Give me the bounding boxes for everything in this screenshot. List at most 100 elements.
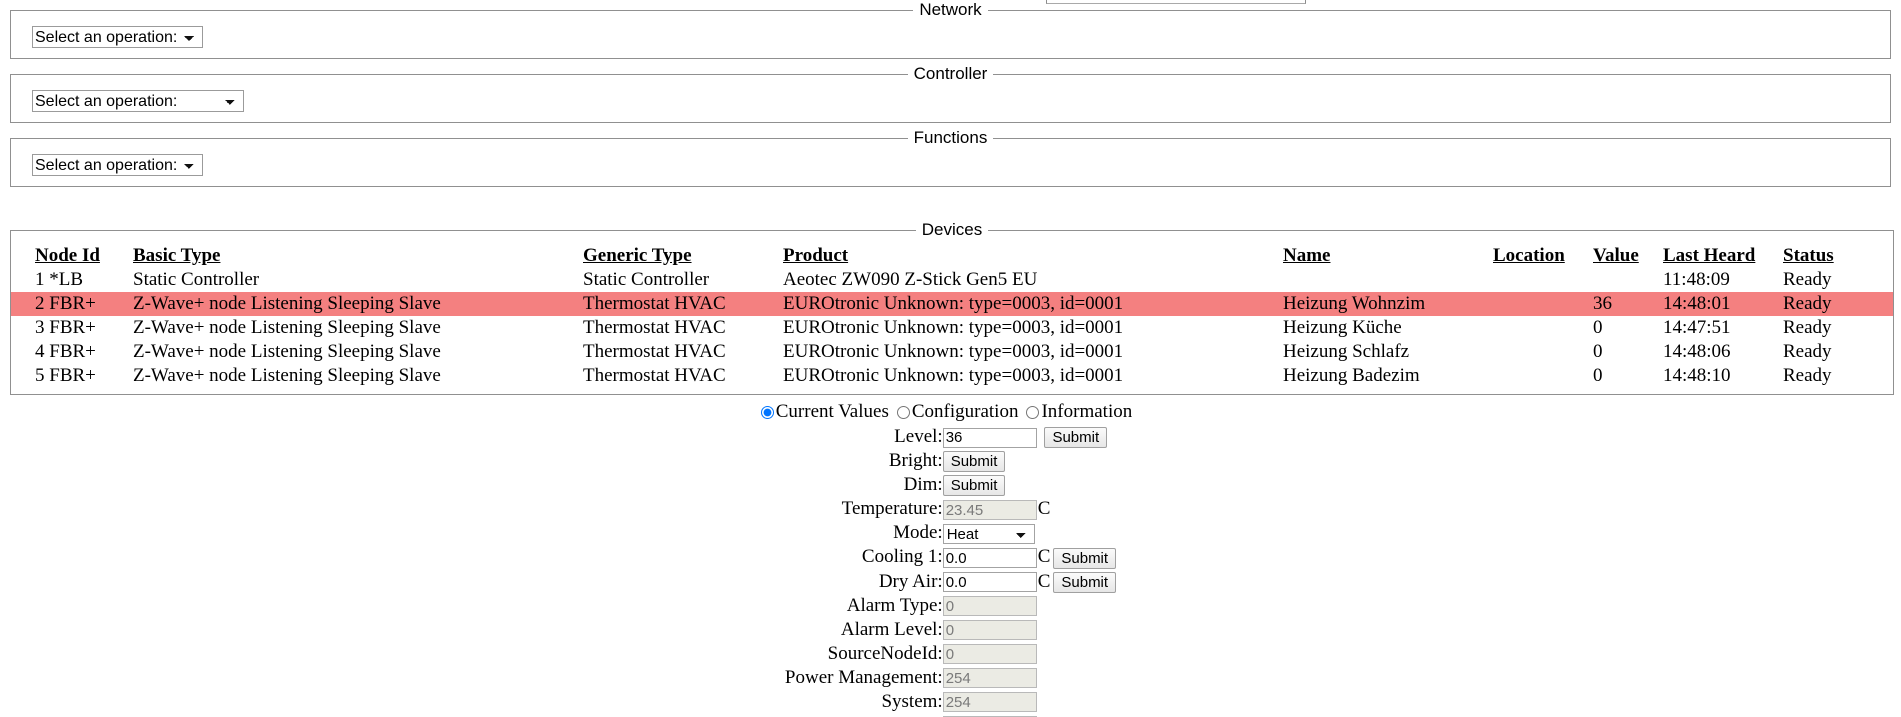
bright-label: Bright: xyxy=(888,450,943,472)
bright-field-cell: Submit xyxy=(942,449,1116,473)
form-row-system: System: xyxy=(785,690,1116,714)
view-mode-option-2[interactable]: Information xyxy=(1026,401,1132,422)
cell-generic-type: Thermostat HVAC xyxy=(583,317,726,338)
form-row-dry-air: Dry Air: CSubmit xyxy=(785,570,1117,594)
cell-basic-type: Z-Wave+ node Listening Sleeping Slave xyxy=(133,341,441,362)
cell-node-id: 5 FBR+ xyxy=(35,365,96,386)
cell-generic-type: Static Controller xyxy=(583,269,710,290)
level-input[interactable] xyxy=(942,427,1037,448)
alarm-level-label: Alarm Level: xyxy=(840,618,943,640)
power-management-input xyxy=(942,668,1037,689)
devices-table-body: 1 *LB Static Controller Static Controller A… xyxy=(11,268,1893,388)
cell-node-id: 2 FBR+ xyxy=(11,292,133,316)
form-row-source-node-id: SourceNodeId: xyxy=(785,642,1116,666)
alarm-type-field-cell xyxy=(942,594,1116,618)
cell-last-heard: 14:48:10 xyxy=(1663,365,1731,386)
cell-location xyxy=(1493,340,1593,364)
cell-generic-type: Thermostat HVAC xyxy=(583,341,726,362)
view-mode-label-0: Current Values xyxy=(775,401,889,422)
source-node-id-field-cell xyxy=(942,642,1116,666)
device-detail-section: Current Values Configuration Information L… xyxy=(0,401,1901,717)
cell-product: EUROtronic Unknown: type=0003, id=0001 xyxy=(783,365,1124,386)
devices-table-head: Node Id Basic Type Generic Type Product … xyxy=(11,244,1893,268)
cell-basic-type: Z-Wave+ node Listening Sleeping Slave xyxy=(133,317,441,338)
system-input xyxy=(942,692,1037,713)
col-node-id[interactable]: Node Id xyxy=(11,244,133,268)
cell-node-id: 3 FBR+ xyxy=(35,317,96,338)
cell-basic-type: Z-Wave+ node Listening Sleeping Slave xyxy=(133,365,441,386)
device-detail-form: Level: Submit Bright: Submit Dim: Submit… xyxy=(785,425,1117,717)
col-location[interactable]: Location xyxy=(1493,244,1593,268)
cell-generic-type: Thermostat HVAC xyxy=(583,292,783,316)
view-mode-option-0[interactable]: Current Values xyxy=(760,401,889,422)
temperature-field-cell: C xyxy=(942,497,1116,521)
col-name[interactable]: Name xyxy=(1283,244,1493,268)
mode-select[interactable]: Heat xyxy=(942,524,1035,545)
form-row-alarm-level: Alarm Level: xyxy=(785,618,1116,642)
col-generic-type[interactable]: Generic Type xyxy=(583,244,783,268)
table-row[interactable]: 4 FBR+ Z-Wave+ node Listening Sleeping Sl… xyxy=(11,340,1893,364)
dry-air-label: Dry Air: xyxy=(878,570,943,592)
form-row-power-management: Power Management: xyxy=(785,666,1116,690)
source-node-id-input xyxy=(942,644,1037,665)
devices-panel-legend: Devices xyxy=(921,220,983,239)
cell-value: 0 xyxy=(1593,365,1603,386)
view-mode-option-1[interactable]: Configuration xyxy=(896,401,1018,422)
form-row-level: Level: Submit xyxy=(785,425,1116,449)
dry-air-unit: C xyxy=(1037,570,1051,592)
cell-name: Heizung Schlafz xyxy=(1283,341,1410,362)
cell-status: Ready xyxy=(1783,269,1832,290)
dry-air-submit-button[interactable]: Submit xyxy=(1053,571,1117,593)
source-node-id-label: SourceNodeId: xyxy=(827,642,943,664)
system-label: System: xyxy=(881,690,943,712)
table-row[interactable]: 3 FBR+ Z-Wave+ node Listening Sleeping Sl… xyxy=(11,316,1893,340)
cooling1-submit-button[interactable]: Submit xyxy=(1053,547,1117,569)
view-mode-radio-2[interactable] xyxy=(1026,406,1040,419)
cell-value xyxy=(1593,268,1663,292)
form-row-cooling1: Cooling 1: CSubmit xyxy=(785,545,1117,569)
dry-air-field-cell: CSubmit xyxy=(942,570,1117,594)
dry-air-input[interactable] xyxy=(942,572,1037,593)
cell-location xyxy=(1493,316,1593,340)
controller-operation-select[interactable]: Select an operation: xyxy=(32,90,244,112)
cooling1-unit: C xyxy=(1037,546,1051,568)
cell-basic-type: Static Controller xyxy=(133,269,260,290)
cell-node-id: 1 *LB xyxy=(35,269,84,290)
network-operation-select[interactable]: Select an operation: xyxy=(32,26,203,48)
cell-name: Heizung Wohnzim xyxy=(1283,292,1493,316)
level-submit-button[interactable]: Submit xyxy=(1044,427,1108,449)
cell-status: Ready xyxy=(1783,292,1893,316)
col-value[interactable]: Value xyxy=(1593,244,1663,268)
cell-location xyxy=(1493,292,1593,316)
col-basic-type[interactable]: Basic Type xyxy=(133,244,583,268)
functions-operation-select[interactable]: Select an operation: xyxy=(32,154,203,176)
cell-status: Ready xyxy=(1783,365,1832,386)
cell-product: EUROtronic Unknown: type=0003, id=0001 xyxy=(783,292,1283,316)
cell-last-heard: 14:48:01 xyxy=(1663,292,1783,316)
cooling1-input[interactable] xyxy=(942,548,1037,569)
col-product[interactable]: Product xyxy=(783,244,1283,268)
form-row-dim: Dim: Submit xyxy=(785,473,1116,497)
alarm-level-input xyxy=(942,620,1037,641)
cell-last-heard: 14:48:06 xyxy=(1663,341,1731,362)
alarm-type-label: Alarm Type: xyxy=(846,594,943,616)
table-row[interactable]: 5 FBR+ Z-Wave+ node Listening Sleeping Sl… xyxy=(11,364,1893,388)
dim-label: Dim: xyxy=(903,474,943,496)
dim-submit-button[interactable]: Submit xyxy=(942,475,1006,497)
view-mode-radio-group: Current Values Configuration Information xyxy=(0,401,1901,423)
level-field-cell: Submit xyxy=(942,425,1116,449)
temperature-label: Temperature: xyxy=(841,498,943,520)
cell-product: Aeotec ZW090 Z-Stick Gen5 EU xyxy=(783,269,1038,290)
view-mode-radio-1[interactable] xyxy=(896,406,910,419)
temperature-input xyxy=(942,500,1037,521)
power-management-label: Power Management: xyxy=(784,666,943,688)
view-mode-radio-0[interactable] xyxy=(760,406,774,419)
cell-status: Ready xyxy=(1783,341,1832,362)
table-row[interactable]: 2 FBR+ Z-Wave+ node Listening Sleeping Sl… xyxy=(11,292,1893,316)
devices-header-row: Node Id Basic Type Generic Type Product … xyxy=(11,244,1893,268)
functions-panel: Functions Select an operation: xyxy=(10,128,1891,187)
table-row[interactable]: 1 *LB Static Controller Static Controller A… xyxy=(11,268,1893,292)
bright-submit-button[interactable]: Submit xyxy=(942,451,1006,473)
col-status[interactable]: Status xyxy=(1783,244,1893,268)
col-last-heard[interactable]: Last Heard xyxy=(1663,244,1783,268)
